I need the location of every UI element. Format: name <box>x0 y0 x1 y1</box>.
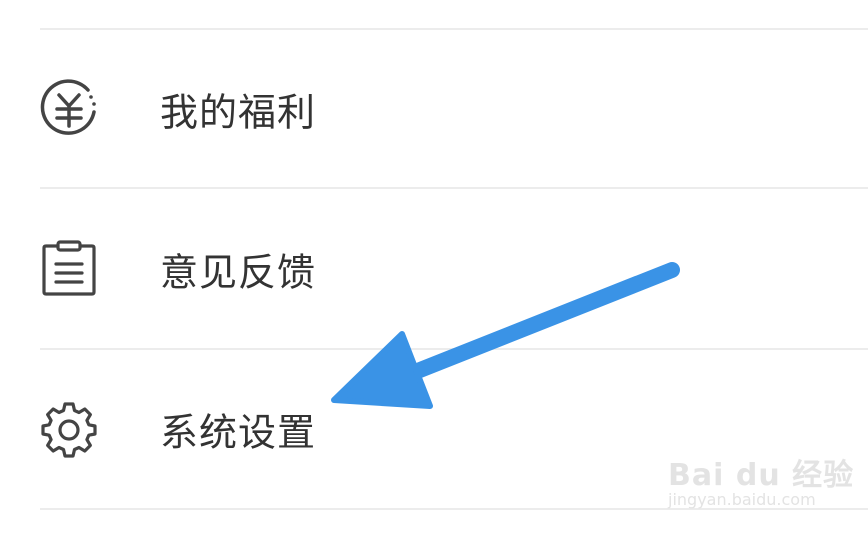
divider-bottom <box>40 508 868 510</box>
menu-item-label: 我的福利 <box>160 90 317 135</box>
menu-item-settings[interactable]: 系统设置 <box>0 350 868 508</box>
gear-icon <box>38 398 100 460</box>
yuan-coin-icon <box>38 78 100 140</box>
menu-item-welfare[interactable]: 我的福利 <box>0 30 868 188</box>
menu-item-label: 系统设置 <box>160 410 317 455</box>
menu-item-feedback[interactable]: 意见反馈 <box>0 190 868 348</box>
menu-item-label: 意见反馈 <box>160 250 317 295</box>
clipboard-icon <box>38 238 100 300</box>
